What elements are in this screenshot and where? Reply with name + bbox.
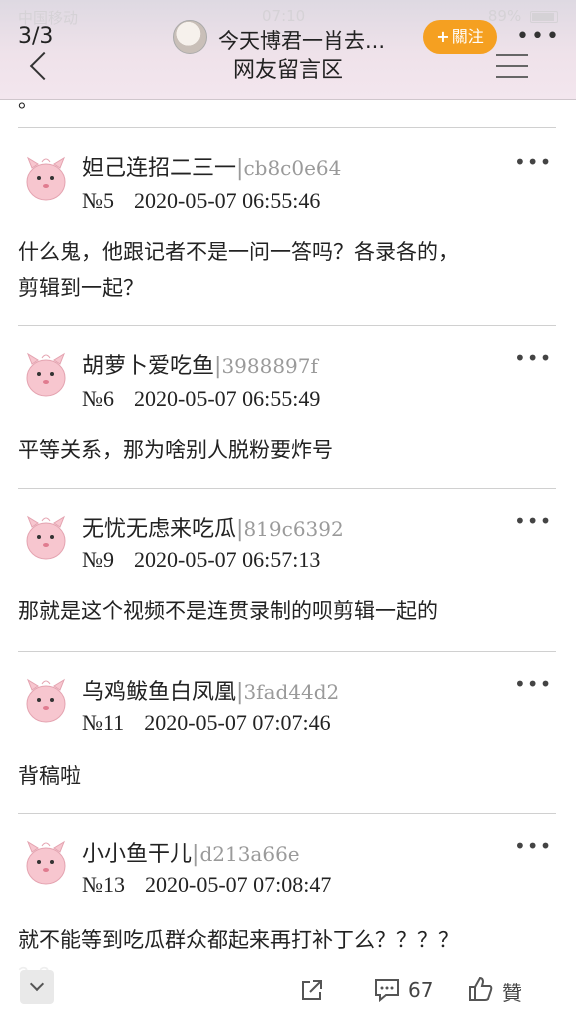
plus-icon: + [436, 27, 450, 46]
username[interactable]: 胡萝卜爱吃鱼|3988897f [82, 348, 318, 380]
comment-count: 67 [408, 978, 434, 1002]
comment-text: 背稿啦 [18, 764, 81, 788]
comment-time: 2020-05-07 07:08:47 [145, 872, 332, 897]
comment-item: 胡萝卜爱吃鱼|3988897f ••• №6 2020-05-07 06:55:4… [18, 326, 558, 488]
follow-label: 關注 [451, 27, 484, 46]
comment-time: 2020-05-07 07:07:46 [144, 710, 331, 735]
hamburger-menu-icon[interactable] [496, 52, 528, 80]
more-options-icon[interactable]: ••• [516, 24, 561, 49]
comment-meta: №13 2020-05-07 07:08:47 [82, 872, 331, 898]
thumbs-up-icon [469, 976, 493, 1001]
comment-more-icon[interactable]: ••• [514, 509, 552, 533]
comment-meta: №6 2020-05-07 06:55:49 [82, 386, 320, 412]
share-icon[interactable] [300, 978, 324, 1002]
comment-time: 2020-05-07 06:57:13 [134, 547, 321, 572]
topic-title[interactable]: 今天博君一肖去... [218, 25, 385, 55]
comment-item: 妲己连招二三一|cb8c0e64 ••• №5 2020-05-07 06:55:… [18, 128, 558, 324]
user-avatar-icon[interactable] [22, 674, 70, 726]
comment-more-icon[interactable]: ••• [514, 150, 552, 174]
page-title: 网友留言区 [232, 58, 343, 83]
username[interactable]: 小小鱼干儿|d213a66e [82, 836, 300, 868]
comment-text: 什么鬼，他跟记者不是一问一答吗？各录各的， 剪辑到一起？ [18, 240, 459, 300]
comment-icon [375, 979, 399, 1002]
status-time: 07:10 [262, 7, 306, 25]
user-hash: 819c6392 [243, 517, 344, 541]
username-text: 小小鱼干儿 [82, 842, 193, 867]
like-label: 贊 [502, 981, 522, 1005]
previous-comment-remnant: 。 [18, 88, 38, 112]
comment-time: 2020-05-07 06:55:46 [134, 188, 321, 213]
floor-number: №11 [82, 710, 125, 735]
comment-more-icon[interactable]: ••• [514, 672, 552, 696]
comment-item: 无忧无虑来吃瓜|819c6392 ••• №9 2020-05-07 06:57:… [18, 489, 558, 651]
floor-number: №6 [82, 386, 114, 411]
user-avatar-icon[interactable] [22, 152, 70, 204]
user-avatar-icon[interactable] [22, 511, 70, 563]
battery-indicator: 89% [488, 7, 558, 25]
username-text: 乌鸡鲅鱼白凤凰 [82, 680, 237, 705]
comment-text: 那就是这个视频不是连贯录制的呗剪辑一起的 [18, 599, 438, 623]
floor-number: №13 [82, 872, 125, 897]
floor-number: №5 [82, 188, 114, 213]
user-hash: d213a66e [199, 842, 300, 866]
topic-avatar[interactable] [173, 20, 207, 54]
collapse-chevron-icon[interactable] [20, 970, 54, 1004]
user-hash: 3988897f [221, 354, 318, 378]
user-hash: cb8c0e64 [243, 156, 342, 180]
username-text: 胡萝卜爱吃鱼 [82, 354, 215, 379]
bottom-action-bar: 67 贊 [0, 950, 576, 1024]
user-avatar-icon[interactable] [22, 348, 70, 400]
battery-icon [530, 10, 558, 23]
username-text: 无忧无虑来吃瓜 [82, 517, 237, 542]
username[interactable]: 妲己连招二三一|cb8c0e64 [82, 150, 341, 182]
page-indicator: 3/3 [18, 24, 54, 49]
username-text: 妲己连招二三一 [82, 156, 237, 181]
floor-number: №9 [82, 547, 114, 572]
comment-time: 2020-05-07 06:55:49 [134, 386, 321, 411]
comment-meta: №11 2020-05-07 07:07:46 [82, 710, 331, 736]
follow-button[interactable]: + 關注 [423, 20, 497, 54]
username[interactable]: 无忧无虑来吃瓜|819c6392 [82, 511, 344, 543]
comment-item: 乌鸡鲅鱼白凤凰|3fad44d2 ••• №11 2020-05-07 07:07… [18, 652, 558, 814]
user-hash: 3fad44d2 [243, 680, 340, 704]
comment-more-icon[interactable]: ••• [514, 834, 552, 858]
user-avatar-icon[interactable] [22, 836, 70, 888]
battery-percent: 89% [487, 7, 522, 25]
comment-more-icon[interactable]: ••• [514, 346, 552, 370]
comment-meta: №9 2020-05-07 06:57:13 [82, 547, 320, 573]
top-header: 中国移动 07:10 89% 3/3 今天博君一肖去... + 關注 ••• 网友… [0, 0, 576, 100]
username[interactable]: 乌鸡鲅鱼白凤凰|3fad44d2 [82, 674, 339, 706]
comment-meta: №5 2020-05-07 06:55:46 [82, 188, 320, 214]
comment-text: 平等关系，那为啥别人脱粉要炸号 [18, 438, 333, 462]
